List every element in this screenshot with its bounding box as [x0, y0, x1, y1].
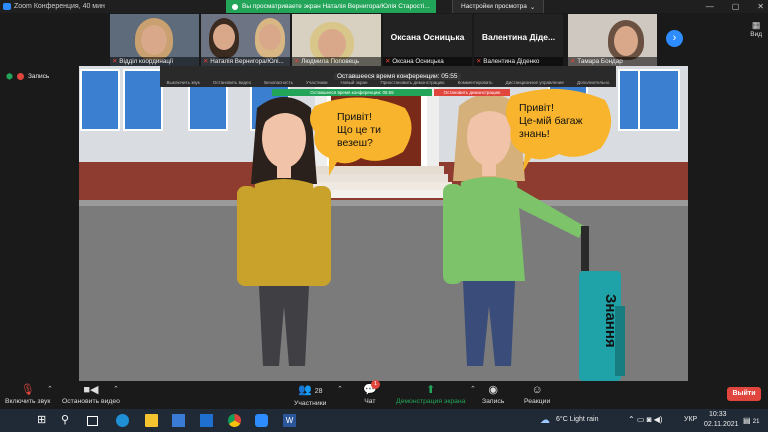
record-indicator[interactable]: ⬢ Запись	[6, 72, 49, 81]
unmute-label: Включить звук	[5, 398, 51, 405]
speech-bubble-left: Привіт! Що це ти везеш?	[337, 111, 381, 149]
record-icon: ◉	[488, 384, 498, 396]
participant-name: Людмила Поповець	[301, 58, 360, 65]
participant-tile[interactable]: ✕ Тамара Бондар	[568, 14, 657, 66]
participant-tile[interactable]: Оксана Осницька ✕ Оксана Осницька	[383, 14, 472, 66]
next-page-arrow-icon[interactable]: ›	[666, 30, 683, 47]
notification-button[interactable]: ▤ 21	[743, 416, 759, 425]
zoom-logo-icon	[3, 3, 11, 10]
participants-icon: 👥 28	[297, 384, 323, 396]
mic-muted-icon: ✕	[385, 58, 391, 65]
smiley-icon: ☺	[531, 384, 543, 396]
screen-share-icon	[232, 3, 238, 10]
participant-strip: ✕ Відділ координації ✕ Наталія Вернигора/Ю…	[110, 14, 563, 66]
chat-badge: 1	[371, 380, 380, 389]
participant-name: Тамара Бондар	[577, 58, 623, 65]
view-label: Вид	[750, 31, 762, 38]
share-banner-text: Вы просматриваете экран Наталія Вернигор…	[242, 3, 430, 10]
close-button[interactable]: ✕	[757, 2, 764, 11]
unmute-button[interactable]: 🎙 Включить звук	[5, 384, 50, 405]
participants-label: Участники	[294, 400, 327, 407]
record-button[interactable]: ◉ Запись	[482, 384, 504, 405]
video-camera-icon: ■◀	[83, 384, 99, 396]
chevron-up-icon[interactable]: ⌃	[113, 385, 119, 393]
participant-big-name: Валентина Діде...	[481, 32, 556, 42]
shield-icon: ⬢	[6, 72, 13, 81]
reactions-label: Реакции	[524, 398, 551, 405]
task-view-icon[interactable]	[87, 416, 98, 426]
chevron-up-icon[interactable]: ⌃	[470, 385, 476, 393]
zoom-taskbar-icon[interactable]	[255, 414, 268, 427]
leave-button[interactable]: Выйти	[727, 387, 761, 401]
mic-muted-icon: 🎙	[20, 384, 35, 396]
weather-icon: ☁	[540, 415, 550, 426]
mic-muted-icon: ✕	[570, 58, 576, 65]
mic-muted-icon: ✕	[112, 58, 118, 65]
mail-icon[interactable]	[200, 414, 213, 427]
view-options-label: Настройки просмотра	[461, 3, 527, 10]
share-screen-button[interactable]: ⬆ Демонстрация экрана	[396, 384, 465, 405]
record-dot-icon	[16, 73, 24, 80]
windows-start-icon[interactable]: ⊞	[37, 414, 50, 427]
reactions-button[interactable]: ☺ Реакции	[524, 384, 550, 405]
participant-tile[interactable]: Валентина Діде... ✕ Валентина Діденко	[474, 14, 563, 66]
edge-icon[interactable]	[116, 414, 129, 427]
speech-bubbles	[310, 88, 612, 176]
chevron-down-icon: ⌄	[529, 3, 536, 11]
notification-icon: ▤	[743, 416, 751, 425]
participants-button[interactable]: 👥 28 Участники	[294, 384, 326, 407]
chat-label: Чат	[364, 398, 376, 405]
share-screen-label: Демонстрация экрана	[396, 398, 466, 405]
meeting-toolbar: 🎙 Включить звук ⌃ ■◀ Остановить видео ⌃ …	[0, 380, 768, 409]
record-button-label: Запись	[482, 398, 505, 405]
mic-muted-icon: ✕	[476, 58, 482, 65]
mic-muted-icon: ✕	[294, 58, 300, 65]
view-options-button[interactable]: Настройки просмотра ⌄	[452, 0, 545, 13]
participant-name: Валентина Діденко	[483, 58, 540, 65]
speech-bubble-right: Привіт! Це-мій багаж знань!	[519, 102, 583, 140]
participant-name: Відділ координації	[119, 58, 174, 65]
participant-big-name: Оксана Осницька	[390, 32, 465, 42]
tray-icons[interactable]: ⌃ ▭ ◙ ◀)	[628, 415, 663, 424]
window-controls: — ▢ ✕	[706, 0, 764, 13]
remaining-time-label: Оставшееся время конференции: 05:55	[334, 73, 461, 80]
suitcase-label: Знання	[602, 294, 619, 348]
clock-date[interactable]: 02.11.2021	[704, 421, 739, 428]
window-title: Zoom Конференция, 40 мин	[14, 3, 105, 10]
participant-tile[interactable]: ✕ Наталія Вернигора/Юлі...	[201, 14, 290, 66]
participants-count: 28	[314, 388, 323, 395]
shared-screen: Привіт! Що це ти везеш? Привіт! Це-мій б…	[79, 66, 688, 381]
search-icon[interactable]: ⚲	[61, 414, 74, 427]
minimize-button[interactable]: —	[706, 2, 714, 11]
notification-count: 21	[752, 419, 760, 425]
mic-muted-icon: ✕	[203, 58, 209, 65]
participant-name: Оксана Осницька	[392, 58, 444, 65]
shared-stop-share: Остановить демонстрацию	[434, 89, 510, 96]
participant-tile[interactable]: ✕ Відділ координації	[110, 14, 199, 66]
share-screen-icon: ⬆	[426, 384, 436, 396]
chevron-up-icon[interactable]: ⌃	[47, 385, 53, 393]
clock-time[interactable]: 10:33	[709, 411, 727, 418]
shared-share-bar: Оставшееся время конференции: 05:55	[272, 89, 432, 96]
file-explorer-icon[interactable]	[145, 414, 158, 427]
windows-taskbar: ⊞ ⚲ W ☁ 6°C Light rain ⌃ ▭ ◙ ◀) УКР 10:3…	[0, 409, 768, 432]
maximize-button[interactable]: ▢	[732, 2, 740, 11]
stop-video-label: Остановить видео	[62, 398, 120, 405]
store-icon[interactable]	[172, 414, 185, 427]
view-button[interactable]: ▦ Вид	[750, 20, 762, 38]
weather-text[interactable]: 6°C Light rain	[556, 416, 599, 423]
record-label: Запись	[27, 73, 50, 80]
chrome-icon[interactable]	[228, 414, 241, 427]
chevron-up-icon[interactable]: ⌃	[337, 385, 343, 393]
share-banner[interactable]: Вы просматриваете экран Наталія Вернигор…	[226, 0, 436, 13]
keyboard-language[interactable]: УКР	[684, 416, 697, 423]
word-icon[interactable]: W	[283, 414, 296, 427]
participant-tile[interactable]: ✕ Людмила Поповець	[292, 14, 381, 66]
participant-name: Наталія Вернигора/Юлі...	[210, 58, 284, 65]
grid-icon: ▦	[751, 20, 761, 30]
stop-video-button[interactable]: ■◀ Остановить видео	[62, 384, 120, 405]
